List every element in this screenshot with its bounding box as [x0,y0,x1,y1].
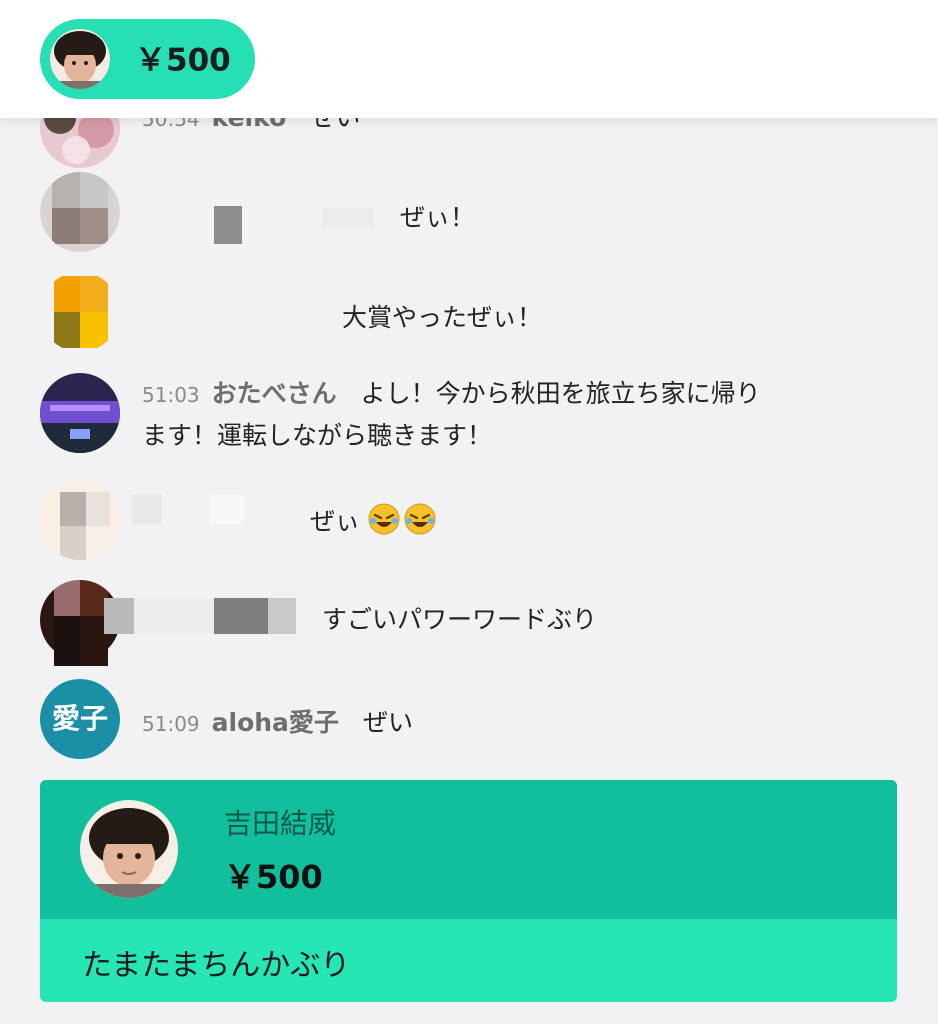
avatar[interactable] [40,373,120,453]
chat-message: ぜぃ！ [0,172,938,252]
message-text: ぜい [362,708,413,737]
blurred-name [214,206,242,244]
message-timestamp: 51:09 [142,712,200,736]
chat-message: 51:03 おたべさん よし！今から秋田を旅立ち家に帰り ます！運転しながら聴きます… [0,373,938,463]
super-chat-author[interactable]: 吉田結威 [224,802,336,842]
pinned-amount: ￥500 [135,42,231,79]
chat-message: すごいパワーワードぶり [0,580,938,666]
super-chat-body: たまたまちんかぶり [40,919,897,1002]
chat-feed: 50:54keikoぜい ぜぃ！ 大賞やったぜぃ！ [0,0,938,1024]
blurred-name [322,208,374,228]
avatar [50,29,110,89]
blurred-name [134,598,214,634]
super-chat-card[interactable]: 吉田結威 ￥500 たまたまちんかぶり [40,780,897,1002]
blurred-name [132,494,162,524]
avatar[interactable] [40,172,120,252]
message-author[interactable]: aloha愛子 [212,708,339,737]
blurred-name [210,494,244,524]
super-chat-amount: ￥500 [224,858,323,896]
avatar[interactable] [80,800,178,898]
message-text: ぜぃ [310,507,361,536]
super-chat-message: たまたまちんかぶり [82,948,351,983]
message-timestamp: 51:03 [142,383,200,407]
message-text: ぜぃ！ [400,203,476,232]
chat-message: ぜぃ [0,480,938,560]
message-text-continued: ます！運転しながら聴きます！ [142,421,493,450]
rolling-laughing-emoji [403,502,437,540]
avatar[interactable] [40,480,120,560]
message-author[interactable]: おたべさん [212,379,337,408]
blurred-name [214,598,268,634]
chat-message: 愛子 51:09 aloha愛子 ぜい [0,679,938,759]
chat-message: 大賞やったぜぃ！ [0,272,938,352]
pinned-super-chat-bar: ￥500 [0,0,938,118]
pinned-super-chat-pill[interactable]: ￥500 [40,19,255,99]
rolling-laughing-emoji [367,502,401,540]
avatar[interactable] [40,272,120,352]
message-text: 大賞やったぜぃ！ [342,303,543,332]
super-chat-header: 吉田結威 ￥500 [40,780,897,919]
blurred-name [104,598,134,634]
avatar-initials: 愛子 [51,702,108,735]
message-text: すごいパワーワードぶり [322,605,598,634]
blurred-name [268,598,296,634]
message-text: よし！今から秋田を旅立ち家に帰り [360,379,761,408]
avatar[interactable]: 愛子 [40,679,120,759]
message-body: 51:03 おたべさん よし！今から秋田を旅立ち家に帰り [142,373,902,418]
